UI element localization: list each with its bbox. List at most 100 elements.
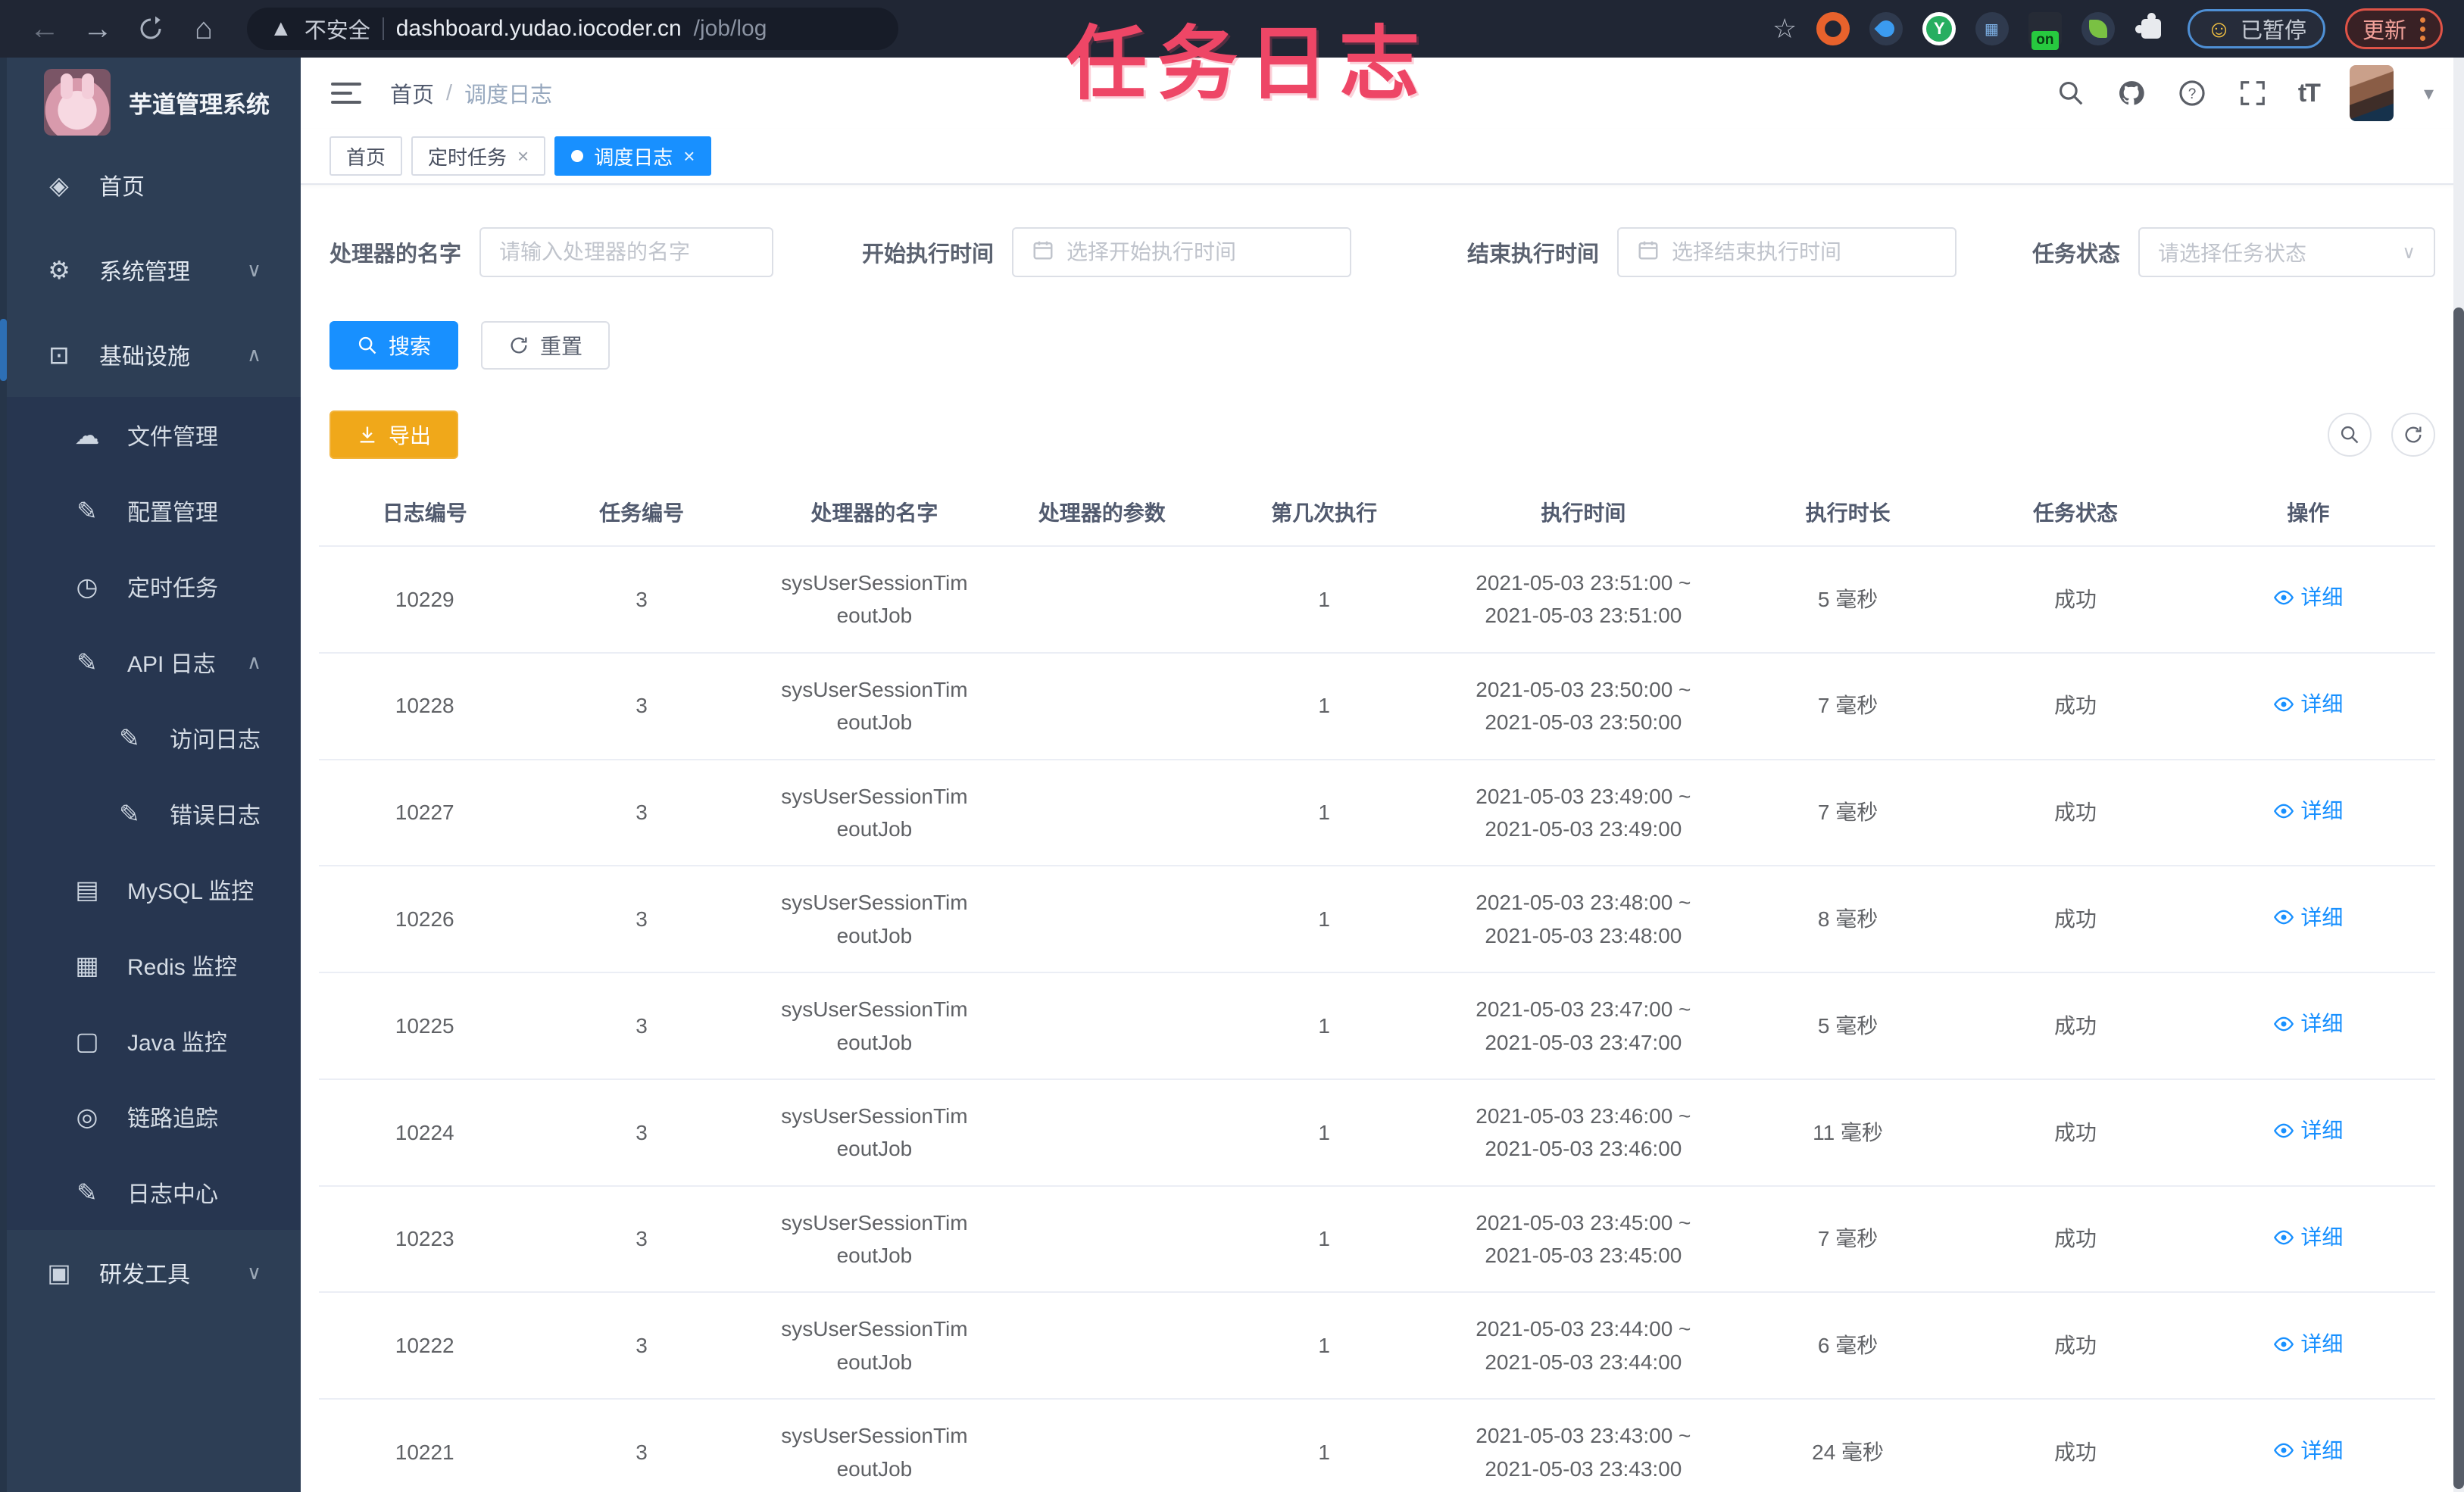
sidebar-item-trace[interactable]: ◎ 链路追踪 xyxy=(0,1078,301,1154)
sidebar-item-label: 研发工具 xyxy=(99,1263,190,1288)
sidebar-item-redis-monitor[interactable]: ▦ Redis 监控 xyxy=(0,927,301,1003)
browser-back-icon[interactable]: ← xyxy=(21,5,68,52)
tab-首页[interactable]: 首页 xyxy=(329,136,403,176)
cell-job-id: 3 xyxy=(530,866,753,974)
cell-handler-name: sysUserSessionTim eoutJob xyxy=(752,759,997,867)
hamburger-menu-icon[interactable] xyxy=(331,83,361,104)
log-table: 日志编号 任务编号 处理器的名字 处理器的参数 第几次执行 执行时间 执行时长 任务状态 操作 … xyxy=(319,479,2435,1492)
cell-job-id: 3 xyxy=(530,546,753,654)
browser-forward-icon[interactable]: → xyxy=(74,5,121,52)
export-button[interactable]: 导出 xyxy=(329,410,459,459)
cell-action: 详细 xyxy=(2181,759,2435,867)
user-avatar[interactable] xyxy=(2349,65,2394,121)
close-icon[interactable]: × xyxy=(683,145,695,168)
sidebar-item-system-management[interactable]: ⚙ 系统管理 ∨ xyxy=(0,227,301,312)
search-button[interactable]: 搜索 xyxy=(329,321,459,370)
drop-extension-icon[interactable] xyxy=(1869,12,1903,45)
status-select[interactable]: 请选择任务状态 ∨ xyxy=(2138,227,2435,277)
help-icon[interactable]: ? xyxy=(2177,78,2207,108)
eye-icon xyxy=(2274,1123,2294,1138)
cell-exec-index: 1 xyxy=(1207,1078,1441,1187)
cell-action: 详细 xyxy=(2181,972,2435,1080)
cell-action: 详细 xyxy=(2181,1292,2435,1400)
detail-link[interactable]: 详细 xyxy=(2273,1007,2343,1040)
sidebar-item-file-management[interactable]: ☁ 文件管理 xyxy=(0,397,301,473)
log-icon: ✎ xyxy=(119,799,140,828)
detail-link[interactable]: 详细 xyxy=(2273,688,2343,720)
cell-duration: 7 毫秒 xyxy=(1725,652,1970,760)
cell-exec-index: 1 xyxy=(1207,1185,1441,1294)
calendar-icon xyxy=(1637,239,1660,267)
column-header-3: 处理器的参数 xyxy=(996,479,1208,547)
end-time-input[interactable] xyxy=(1671,240,1937,264)
leaf-extension-icon[interactable] xyxy=(2081,12,2116,45)
detail-link[interactable]: 详细 xyxy=(2273,1328,2343,1360)
cell-handler-name: sysUserSessionTim eoutJob xyxy=(752,1078,997,1187)
cell-status: 成功 xyxy=(1969,1185,2181,1294)
switch-extension-icon[interactable]: on xyxy=(2028,12,2063,50)
paused-extension-badge[interactable]: ☺ 已暂停 xyxy=(2188,9,2325,48)
cell-handler-param xyxy=(996,1078,1208,1187)
chevron-down-icon[interactable]: ▾ xyxy=(2424,82,2434,105)
reset-button[interactable]: 重置 xyxy=(481,321,611,370)
sidebar-scrollbar-track xyxy=(0,58,7,1492)
table-row: 10227 3 sysUserSessionTim eoutJob 1 2021-… xyxy=(319,759,2435,867)
detail-link[interactable]: 详细 xyxy=(2273,1114,2343,1147)
search-icon[interactable] xyxy=(2056,78,2086,108)
tab-调度日志[interactable]: 调度日志 × xyxy=(554,136,712,176)
github-icon[interactable] xyxy=(2116,78,2147,108)
cell-exec-time: 2021-05-03 23:45:00 ~2021-05-03 23:45:00 xyxy=(1440,1185,1726,1294)
sidebar-item-dev-tools[interactable]: ▣ 研发工具 ∨ xyxy=(0,1230,301,1315)
cell-handler-name: sysUserSessionTim eoutJob xyxy=(752,652,997,760)
cell-exec-time: 2021-05-03 23:50:00 ~2021-05-03 23:50:00 xyxy=(1440,652,1726,760)
green-check-extension-icon[interactable]: Y xyxy=(1922,12,1957,45)
browser-menu-icon[interactable] xyxy=(2420,17,2425,41)
browser-home-icon[interactable]: ⌂ xyxy=(180,5,227,52)
close-icon[interactable]: × xyxy=(517,145,529,168)
sidebar-item-java-monitor[interactable]: ▢ Java 监控 xyxy=(0,1003,301,1078)
detail-link[interactable]: 详细 xyxy=(2273,794,2343,827)
sidebar-item-infrastructure[interactable]: ⊡ 基础设施 ∧ xyxy=(0,312,301,397)
bookmark-star-icon[interactable]: ☆ xyxy=(1772,13,1797,45)
font-size-icon[interactable]: tT xyxy=(2298,79,2321,108)
eye-icon xyxy=(2274,1443,2294,1458)
browser-reload-icon[interactable] xyxy=(127,5,174,52)
sidebar-item-home[interactable]: ◈ 首页 xyxy=(0,142,301,227)
address-bar[interactable]: ▲ 不安全 dashboard.yudao.iocoder.cn/job/log xyxy=(247,8,898,50)
on-badge: on xyxy=(2031,31,2059,50)
tab-定时任务[interactable]: 定时任务 × xyxy=(411,136,546,176)
detail-link[interactable]: 详细 xyxy=(2273,1434,2343,1467)
sidebar-item-log-center[interactable]: ✎ 日志中心 xyxy=(0,1154,301,1230)
sidebar-item-mysql-monitor[interactable]: ▤ MySQL 监控 xyxy=(0,851,301,927)
app-logo-row[interactable]: 芋道管理系统 xyxy=(0,58,301,139)
page-scrollbar-thumb[interactable] xyxy=(2453,307,2464,1489)
refresh-icon[interactable] xyxy=(2391,413,2435,457)
detail-link[interactable]: 详细 xyxy=(2273,901,2343,934)
adblock-extension-icon[interactable] xyxy=(1816,12,1850,45)
toggle-search-icon[interactable] xyxy=(2328,413,2372,457)
breadcrumb-home[interactable]: 首页 xyxy=(390,77,434,109)
sidebar-item-access-logs[interactable]: ✎ 访问日志 xyxy=(0,700,301,776)
sidebar-item-error-logs[interactable]: ✎ 错误日志 xyxy=(0,776,301,851)
emoji-face-icon: ☺ xyxy=(2206,14,2231,42)
sidebar-menu: ◈ 首页 ⚙ 系统管理 ∨ ⊡ 基础设施 ∧ ☁ 文件管理 ✎ 配置管理 ◷ 定时任务 ✎ API 日志 ∧ ✎ 访… xyxy=(0,142,301,1315)
cell-log-id: 10225 xyxy=(319,972,531,1080)
puzzle-extensions-icon[interactable] xyxy=(2135,12,2168,45)
sidebar-item-api-logs[interactable]: ✎ API 日志 ∧ xyxy=(0,624,301,700)
grid-extension-icon[interactable]: ▦ xyxy=(1975,12,2010,45)
fullscreen-icon[interactable] xyxy=(2238,78,2268,108)
begin-time-input[interactable] xyxy=(1066,240,1332,264)
sidebar-item-config-management[interactable]: ✎ 配置管理 xyxy=(0,473,301,548)
handler-name-input[interactable] xyxy=(499,240,754,264)
sidebar-scrollbar-thumb[interactable] xyxy=(0,319,7,381)
table-body: 10229 3 sysUserSessionTim eoutJob 1 2021-… xyxy=(319,546,2435,1492)
browser-update-button[interactable]: 更新 xyxy=(2344,8,2443,49)
cell-handler-name: sysUserSessionTim eoutJob xyxy=(752,1185,997,1294)
sidebar-item-scheduled-tasks[interactable]: ◷ 定时任务 xyxy=(0,548,301,624)
sidebar-item-label: 基础设施 xyxy=(99,345,190,370)
chart-icon: ▤ xyxy=(75,875,99,904)
cell-exec-index: 1 xyxy=(1207,972,1441,1080)
handler-name-input-wrap xyxy=(479,227,774,277)
detail-link[interactable]: 详细 xyxy=(2273,581,2343,613)
detail-link[interactable]: 详细 xyxy=(2273,1221,2343,1253)
